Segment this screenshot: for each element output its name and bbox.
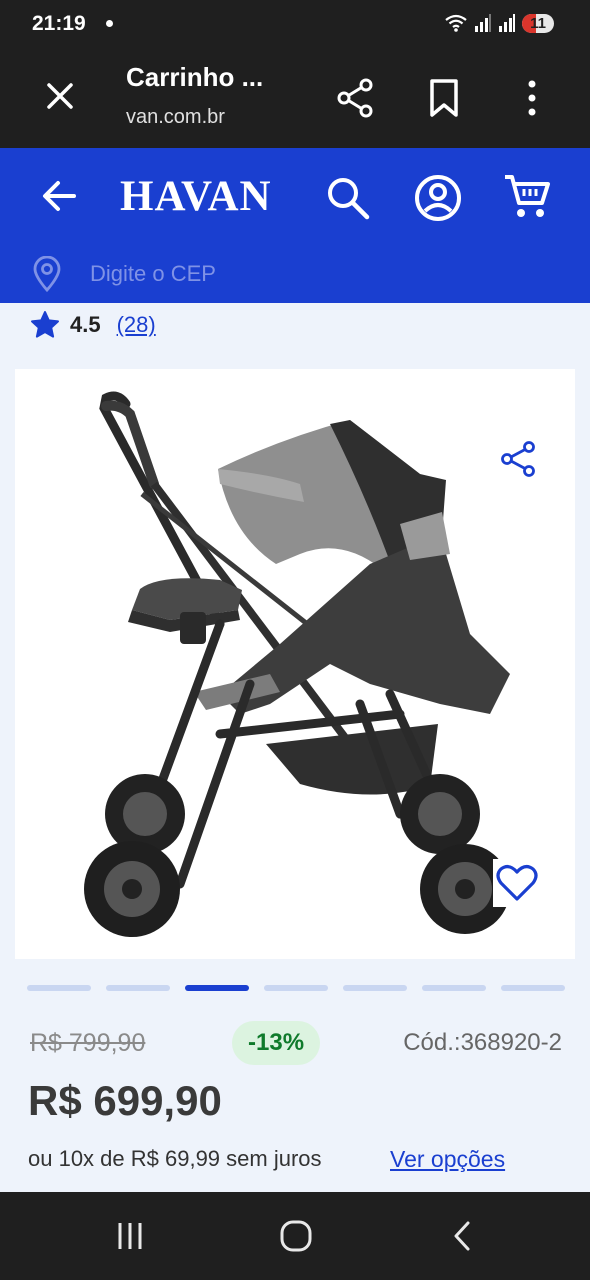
status-bar: 21:19 11 <box>0 0 590 50</box>
product-content: 4.5 (28) R$ 799,90 -13% Cód.:368920-2 R$… <box>0 303 590 1192</box>
battery-icon: 11 <box>522 13 554 33</box>
tab-title: Carrinho ... <box>126 62 264 92</box>
system-nav-bar <box>0 1192 590 1280</box>
gallery-dot[interactable] <box>501 985 565 991</box>
notification-dot <box>106 20 113 27</box>
gallery-dot[interactable] <box>106 985 170 991</box>
arrow-back-icon[interactable] <box>36 172 84 220</box>
old-price: R$ 799,90 <box>30 1029 146 1057</box>
status-time: 21:19 <box>32 12 86 35</box>
home-icon[interactable] <box>278 1218 314 1254</box>
installments-text: ou 10x de R$ 69,99 sem juros <box>28 1146 322 1171</box>
cart-icon[interactable] <box>502 170 554 222</box>
more-vert-icon[interactable] <box>512 76 552 120</box>
gallery-dot[interactable] <box>343 985 407 991</box>
bookmark-icon[interactable] <box>424 76 464 120</box>
gallery-dot[interactable] <box>422 985 486 991</box>
account-icon[interactable] <box>412 172 464 224</box>
location-pin-icon <box>33 256 61 292</box>
star-icon <box>31 311 59 338</box>
product-code: Cód.:368920-2 <box>403 1029 562 1056</box>
cep-row <box>0 248 590 303</box>
site-header: HAVAN <box>0 148 590 303</box>
rating-count-link[interactable]: (28) <box>117 312 156 338</box>
cep-input[interactable] <box>90 257 550 291</box>
gallery-dot[interactable] <box>264 985 328 991</box>
rating: 4.5 (28) <box>30 307 156 343</box>
back-icon[interactable] <box>446 1218 478 1254</box>
search-icon[interactable] <box>322 172 374 224</box>
battery-level: 11 <box>530 14 546 32</box>
signal-icon <box>475 14 492 32</box>
havan-logo[interactable]: HAVAN <box>120 172 272 221</box>
gallery-dot-active[interactable] <box>185 985 249 991</box>
tab-url[interactable]: van.com.br <box>126 106 225 129</box>
rating-value: 4.5 <box>70 312 101 337</box>
share-icon[interactable] <box>334 76 378 120</box>
heart-icon[interactable] <box>493 859 541 907</box>
browser-toolbar: Carrinho ... van.com.br <box>0 50 590 148</box>
share-icon[interactable] <box>499 439 539 479</box>
status-icons: 11 <box>444 13 554 33</box>
gallery-indicator <box>27 985 565 991</box>
see-options-link[interactable]: Ver opções <box>390 1146 505 1173</box>
signal-icon <box>499 14 516 32</box>
close-icon[interactable] <box>40 76 80 116</box>
product-image <box>84 391 510 937</box>
price: R$ 699,90 <box>28 1077 222 1124</box>
product-image-carousel[interactable] <box>15 369 575 959</box>
wifi-icon <box>445 14 467 32</box>
recent-apps-icon[interactable] <box>112 1220 148 1252</box>
discount-badge: -13% <box>232 1021 321 1065</box>
gallery-dot[interactable] <box>27 985 91 991</box>
